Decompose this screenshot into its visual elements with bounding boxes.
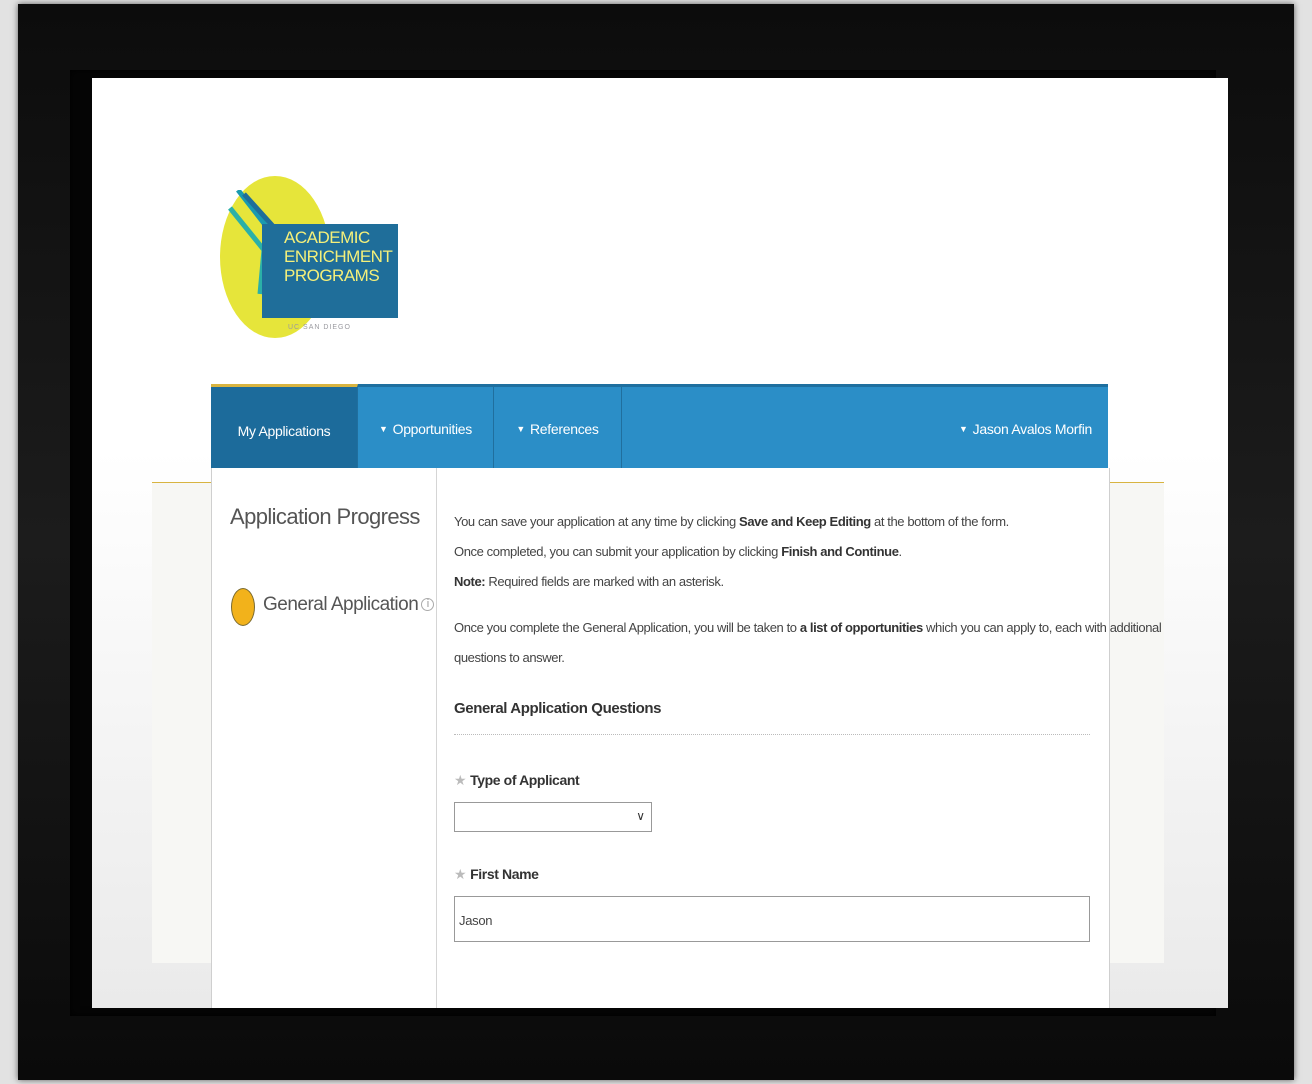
user-name: Jason Avalos Morfin — [972, 421, 1093, 437]
intro-text: at the bottom of the form. — [870, 514, 1009, 529]
page-margin-right — [1108, 483, 1164, 963]
step-label: General Application — [263, 594, 419, 615]
first-name-label: ★ First Name — [454, 866, 539, 883]
type-of-applicant-select[interactable]: ∨ — [454, 802, 652, 832]
step-status-icon — [231, 588, 255, 626]
logo-text: ACADEMIC ENRICHMENT PROGRAMS — [284, 228, 393, 285]
section-divider — [454, 734, 1090, 735]
caret-down-icon: ▼ — [379, 424, 388, 434]
top-navigation: My Applications ▼ Opportunities ▼ Refere… — [211, 384, 1108, 474]
user-menu[interactable]: ▼ Jason Avalos Morfin — [959, 387, 1092, 471]
aep-logo[interactable]: ACADEMIC ENRICHMENT PROGRAMS UC SAN DIEG… — [220, 176, 398, 342]
intro-text: Once you complete the General Applicatio… — [454, 620, 800, 635]
content-panel: Application Progress General Application… — [211, 468, 1162, 1008]
intro-line-2: Once completed, you can submit your appl… — [454, 544, 902, 559]
field-label-text: Type of Applicant — [470, 772, 580, 788]
required-asterisk-icon: ★ — [454, 772, 467, 788]
caret-down-icon: ▼ — [516, 424, 525, 434]
intro-line-4: Once you complete the General Applicatio… — [454, 620, 1162, 635]
section-heading: General Application Questions — [454, 700, 662, 717]
intro-text: Required fields are marked with an aster… — [485, 574, 724, 589]
nav-opportunities[interactable]: ▼ Opportunities — [358, 387, 494, 471]
intro-emphasis: Finish and Continue — [781, 544, 899, 559]
first-name-value: Jason — [459, 913, 493, 928]
page-margin-left — [152, 483, 211, 963]
first-name-input[interactable]: Jason — [454, 896, 1090, 942]
info-icon[interactable]: i — [421, 598, 435, 612]
note-label: Note: — [454, 574, 486, 589]
intro-line-1: You can save your application at any tim… — [454, 514, 1009, 529]
progress-sidebar: Application Progress General Application… — [212, 468, 437, 1008]
intro-text: Once completed, you can submit your appl… — [454, 544, 782, 559]
intro-line-5: questions to answer. — [454, 650, 565, 665]
intro-line-3: Note: Required fields are marked with an… — [454, 574, 724, 589]
logo-subtitle: UC SAN DIEGO — [288, 324, 351, 331]
chevron-down-icon: ∨ — [636, 809, 645, 823]
field-label-text: First Name — [470, 866, 539, 882]
screenshot-area: ACADEMIC ENRICHMENT PROGRAMS UC SAN DIEG… — [92, 78, 1228, 1008]
nav-my-applications[interactable]: My Applications — [211, 384, 358, 474]
nav-my-applications-label: My Applications — [237, 422, 331, 439]
step-general-application[interactable]: General Application i — [263, 594, 435, 616]
intro-emphasis: Save and Keep Editing — [739, 514, 871, 529]
nav-opportunities-label: Opportunities — [392, 421, 473, 437]
intro-text: . — [898, 544, 903, 559]
required-asterisk-icon: ★ — [454, 866, 467, 882]
type-of-applicant-label: ★ Type of Applicant — [454, 772, 580, 789]
progress-title: Application Progress — [230, 504, 420, 529]
caret-down-icon: ▼ — [959, 424, 968, 434]
nav-references[interactable]: ▼ References — [494, 387, 622, 471]
intro-emphasis: a list of opportunities — [799, 620, 923, 635]
nav-references-label: References — [530, 421, 599, 437]
intro-text: You can save your application at any tim… — [454, 514, 740, 529]
intro-text: which you can apply to, each with additi… — [922, 620, 1162, 635]
